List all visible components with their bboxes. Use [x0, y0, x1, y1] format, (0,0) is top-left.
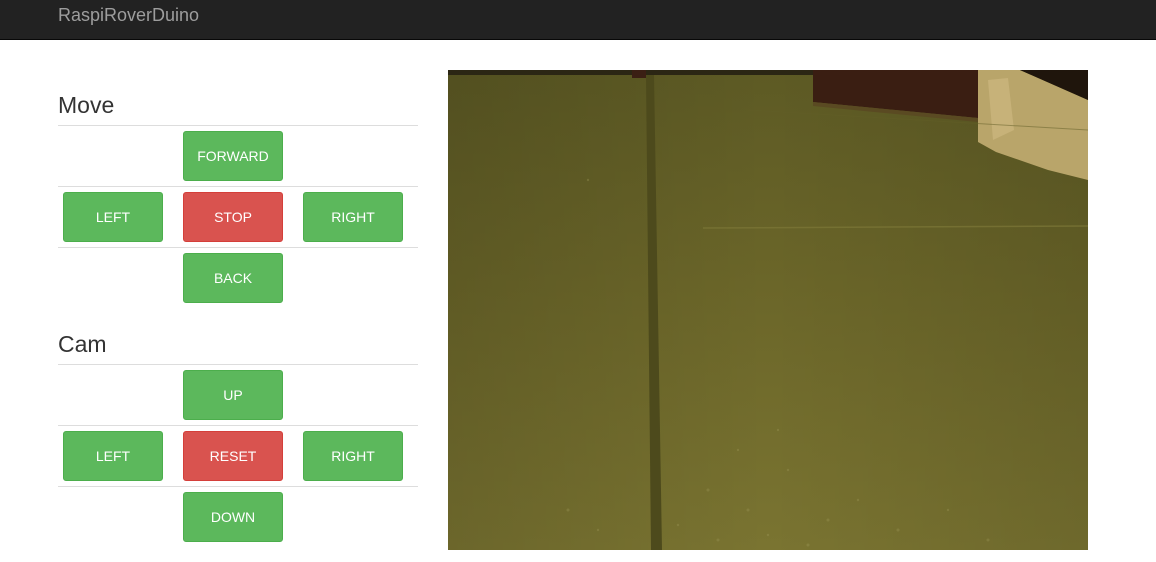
move-forward-button[interactable]: FORWARD — [183, 131, 283, 181]
move-panel: Move FORWARD LEFT STOP RIGHT BACK — [58, 84, 418, 309]
cam-left-button[interactable]: LEFT — [63, 431, 163, 481]
cam-right-button[interactable]: RIGHT — [303, 431, 403, 481]
cam-panel: Cam UP LEFT RESET RIGHT DOWN — [58, 323, 418, 548]
move-row-top: FORWARD — [58, 126, 418, 187]
camera-feed-image — [448, 70, 1088, 550]
cam-up-button[interactable]: UP — [183, 370, 283, 420]
move-row-middle: LEFT STOP RIGHT — [58, 187, 418, 248]
cam-row-bottom: DOWN — [58, 487, 418, 548]
navbar-brand[interactable]: RaspiRoverDuino — [58, 6, 199, 24]
cam-row-middle: LEFT RESET RIGHT — [58, 426, 418, 487]
cam-reset-button[interactable]: RESET — [183, 431, 283, 481]
move-section-title: Move — [58, 84, 418, 126]
cam-down-button[interactable]: DOWN — [183, 492, 283, 542]
move-row-bottom: BACK — [58, 248, 418, 309]
move-back-button[interactable]: BACK — [183, 253, 283, 303]
move-stop-button[interactable]: STOP — [183, 192, 283, 242]
cam-section-title: Cam — [58, 323, 418, 365]
move-right-button[interactable]: RIGHT — [303, 192, 403, 242]
top-navbar: RaspiRoverDuino — [0, 0, 1156, 40]
move-left-button[interactable]: LEFT — [63, 192, 163, 242]
camera-feed-scene — [448, 70, 1088, 550]
cam-row-top: UP — [58, 365, 418, 426]
